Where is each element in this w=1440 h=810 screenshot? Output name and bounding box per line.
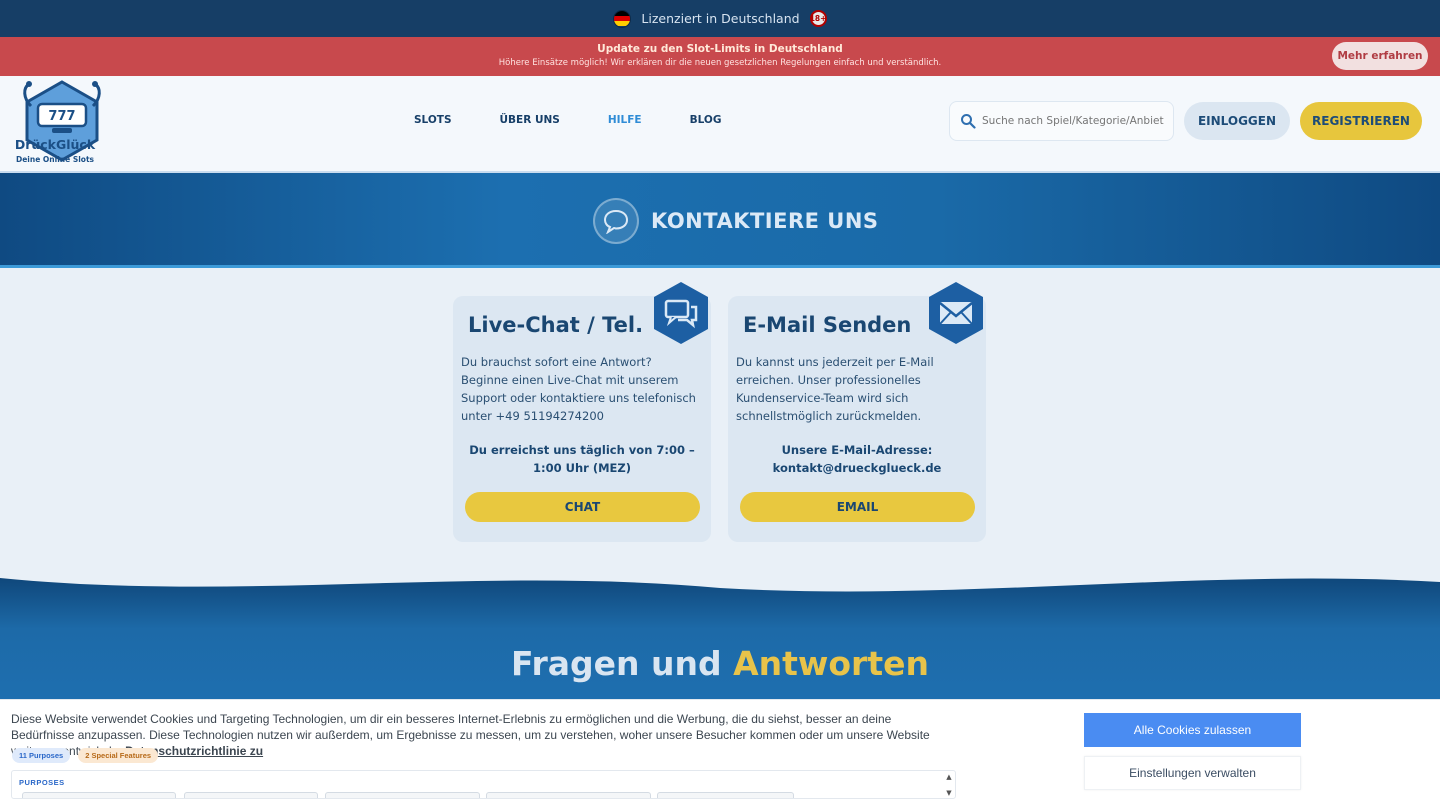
card-title-live-chat: Live-Chat / Tel. (468, 313, 644, 337)
card-email-address: Unsere E-Mail-Adresse: kontakt@drueckglu… (772, 443, 942, 475)
scroll-down-icon[interactable]: ▼ (946, 789, 951, 797)
chat-button[interactable]: CHAT (465, 492, 700, 522)
purposes-list[interactable]: PURPOSES ▲ ▼ (11, 770, 956, 799)
main-nav: SLOTS ÜBER UNS HILFE BLOG (414, 114, 721, 126)
email-card: E-Mail Senden Du kannst uns jederzeit pe… (728, 282, 986, 542)
purpose-chip[interactable] (184, 792, 318, 798)
cookie-tags: 11 Purposes 2 Special Features (12, 748, 159, 763)
register-button[interactable]: REGISTRIEREN (1300, 102, 1422, 140)
logo-reels: 777 (48, 109, 75, 124)
chat-bubble-icon (593, 198, 639, 244)
search-input[interactable] (982, 115, 1167, 127)
mehr-erfahren-button[interactable]: Mehr erfahren (1332, 42, 1428, 70)
license-bar: Lizenziert in Deutschland 18+ (0, 0, 1440, 37)
manage-settings-button[interactable]: Einstellungen verwalten (1084, 756, 1301, 790)
card-body-email: Du kannst uns jederzeit per E-Mail errei… (736, 355, 934, 423)
search-icon (961, 114, 976, 129)
chat-icon (654, 282, 708, 344)
nav-item-blog[interactable]: BLOG (690, 114, 722, 126)
cookie-banner: Diese Website verwendet Cookies und Targ… (0, 699, 1440, 810)
contact-content: Live-Chat / Tel. Du brauchst sofort eine… (0, 268, 1440, 568)
purposes-tag[interactable]: 11 Purposes (12, 748, 71, 763)
nav-item-hilfe[interactable]: HILFE (608, 114, 642, 126)
nav-item-ueber-uns[interactable]: ÜBER UNS (500, 114, 560, 126)
card-title-email: E-Mail Senden (743, 313, 912, 337)
purposes-scrollbar[interactable]: ▲ ▼ (945, 773, 953, 797)
special-features-tag[interactable]: 2 Special Features (78, 748, 159, 763)
age-18-badge-icon: 18+ (809, 10, 827, 27)
faq-title-part1: Fragen und (511, 644, 722, 683)
search-box[interactable] (949, 101, 1174, 141)
hero-title: KONTAKTIERE UNS (651, 209, 879, 233)
accept-all-cookies-button[interactable]: Alle Cookies zulassen (1084, 713, 1301, 747)
login-button[interactable]: EINLOGGEN (1184, 102, 1290, 140)
envelope-icon (929, 282, 983, 344)
purpose-chip[interactable] (22, 792, 176, 798)
faq-title-part2: Antworten (733, 644, 929, 683)
update-banner-subtitle: Höhere Einsätze möglich! Wir erklären di… (498, 58, 942, 68)
purpose-chip[interactable] (325, 792, 480, 798)
card-body-live-chat: Du brauchst sofort eine Antwort? Beginne… (461, 355, 696, 423)
email-button[interactable]: EMAIL (740, 492, 975, 522)
faq-title: Fragen und Antworten (0, 644, 1440, 683)
purposes-label: PURPOSES (19, 778, 65, 787)
purpose-chip[interactable] (657, 792, 794, 798)
update-banner: Update zu den Slot-Limits in Deutschland… (0, 37, 1440, 76)
faq-section: Fragen und Antworten (0, 566, 1440, 706)
purpose-chip[interactable] (486, 792, 651, 798)
nav-item-slots[interactable]: SLOTS (414, 114, 452, 126)
scroll-up-icon[interactable]: ▲ (946, 773, 951, 781)
german-flag-icon (613, 9, 632, 28)
update-banner-title: Update zu den Slot-Limits in Deutschland (597, 43, 843, 55)
live-chat-card: Live-Chat / Tel. Du brauchst sofort eine… (453, 282, 711, 542)
contact-hero: KONTAKTIERE UNS (0, 173, 1440, 268)
wave-divider (0, 566, 1440, 592)
card-hours: Du erreichst uns täglich von 7:00 – 1:00… (469, 443, 695, 475)
logo-name: DrückGlück (14, 137, 96, 152)
logo-tagline: Deine Online Slots (16, 155, 94, 164)
license-text: Lizenziert in Deutschland (641, 11, 800, 26)
site-header: 777 DrückGlück Deine Online Slots SLOTS … (0, 76, 1440, 173)
